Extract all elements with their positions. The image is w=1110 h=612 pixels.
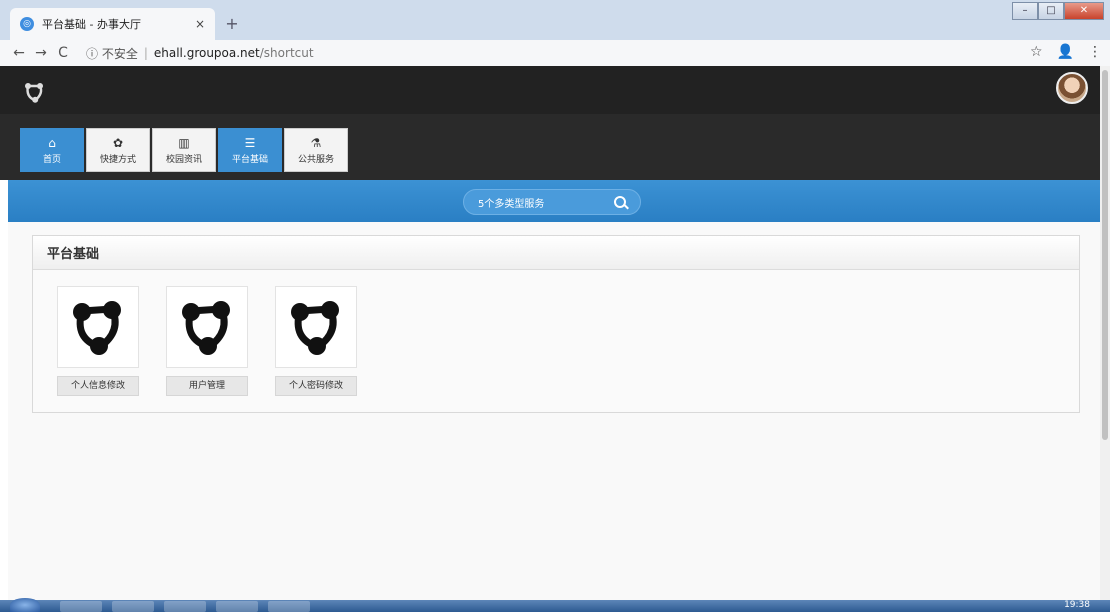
window-close-button[interactable]: ✕: [1064, 2, 1104, 20]
scroll-thumb[interactable]: [1102, 70, 1108, 440]
app-logo-icon[interactable]: [166, 286, 248, 368]
app-label[interactable]: 个人密码修改: [275, 376, 357, 396]
address-separator: |: [143, 46, 148, 60]
app-logo-icon[interactable]: [275, 286, 357, 368]
app-personal-info[interactable]: 个人信息修改: [57, 286, 139, 396]
app-label[interactable]: 个人信息修改: [57, 376, 139, 396]
maximize-button[interactable]: □: [1038, 2, 1064, 20]
nav-tile-label: 首页: [42, 154, 61, 165]
nav-tile-label: 公共服务: [297, 154, 334, 165]
back-icon[interactable]: ←: [8, 45, 30, 61]
taskbar-clock: 19:38: [1064, 600, 1090, 610]
nav-band: ⌂ 首页 ✿ 快捷方式 ▥ 校园资讯 ☰ 平台基础 ⚗ 公共服务: [0, 114, 1100, 180]
insecure-label[interactable]: ⓘ 不安全: [86, 45, 138, 62]
app-header: [0, 66, 1110, 114]
search-placeholder: 5个多类型服务: [478, 198, 545, 210]
nav-tile-label: 平台基础: [231, 154, 268, 165]
profile-icon[interactable]: 👤: [1057, 44, 1074, 60]
chart-icon: ▥: [178, 135, 190, 150]
search-band: 5个多类型服务: [8, 180, 1100, 222]
nav-tile-label: 校园资讯: [165, 154, 202, 165]
nav-tile-platform[interactable]: ☰ 平台基础: [218, 128, 282, 172]
nav-tile-public-services[interactable]: ⚗ 公共服务: [284, 128, 348, 172]
nav-tile-home[interactable]: ⌂ 首页: [20, 128, 84, 172]
browser-tab[interactable]: ◎ 平台基础 - 办事大厅 ×: [10, 8, 215, 40]
url-host: ehall.groupoa.net: [153, 46, 260, 60]
app-logo-icon[interactable]: [57, 286, 139, 368]
os-taskbar: 19:38: [0, 598, 1110, 612]
browser-toolbar: ← → C ⓘ 不安全 | ehall.groupoa.net /shortcu…: [0, 40, 1110, 66]
url-path: /shortcut: [259, 46, 314, 60]
favicon-icon: ◎: [20, 17, 34, 31]
new-tab-button[interactable]: +: [222, 14, 242, 34]
main-content: 平台基础 个人信息修改 用户管理 个人密码修改: [8, 222, 1100, 600]
taskbar-item[interactable]: [112, 601, 154, 612]
address-bar[interactable]: ⓘ 不安全 | ehall.groupoa.net /shortcut: [86, 45, 314, 62]
nav-tiles: ⌂ 首页 ✿ 快捷方式 ▥ 校园资讯 ☰ 平台基础 ⚗ 公共服务: [20, 128, 348, 172]
star-icon[interactable]: ☆: [1030, 44, 1043, 60]
app-grid: 个人信息修改 用户管理 个人密码修改: [57, 286, 357, 396]
reload-icon[interactable]: C: [52, 45, 74, 61]
flask-icon: ⚗: [310, 135, 322, 150]
list-icon: ☰: [244, 135, 256, 150]
avatar[interactable]: [1056, 72, 1088, 104]
forward-icon[interactable]: →: [30, 45, 52, 61]
nav-tile-label: 快捷方式: [99, 154, 136, 165]
start-button[interactable]: [10, 598, 40, 612]
tab-title: 平台基础 - 办事大厅: [42, 18, 141, 31]
close-icon[interactable]: ×: [195, 17, 205, 31]
search-icon[interactable]: [614, 196, 626, 208]
taskbar-item[interactable]: [216, 601, 258, 612]
app-password-change[interactable]: 个人密码修改: [275, 286, 357, 396]
platform-panel: 平台基础 个人信息修改 用户管理 个人密码修改: [32, 235, 1080, 413]
toolbar-actions: ☆ 👤 ⋮: [1030, 44, 1102, 60]
window-controls: – □ ✕: [1012, 2, 1104, 20]
search-input[interactable]: 5个多类型服务: [463, 189, 641, 215]
nav-tile-news[interactable]: ▥ 校园资讯: [152, 128, 216, 172]
home-icon: ⌂: [48, 135, 56, 150]
page-scrollbar[interactable]: [1100, 66, 1110, 600]
logo-icon[interactable]: [22, 80, 46, 104]
minimize-button[interactable]: –: [1012, 2, 1038, 20]
palette-icon: ✿: [112, 135, 124, 150]
panel-title: 平台基础: [33, 236, 1079, 270]
taskbar-item[interactable]: [268, 601, 310, 612]
app-label[interactable]: 用户管理: [166, 376, 248, 396]
browser-tabstrip: ◎ 平台基础 - 办事大厅 × + – □ ✕: [0, 0, 1110, 40]
app-user-management[interactable]: 用户管理: [166, 286, 248, 396]
taskbar-item[interactable]: [60, 601, 102, 612]
menu-icon[interactable]: ⋮: [1088, 44, 1102, 60]
taskbar-item[interactable]: [164, 601, 206, 612]
nav-tile-shortcuts[interactable]: ✿ 快捷方式: [86, 128, 150, 172]
